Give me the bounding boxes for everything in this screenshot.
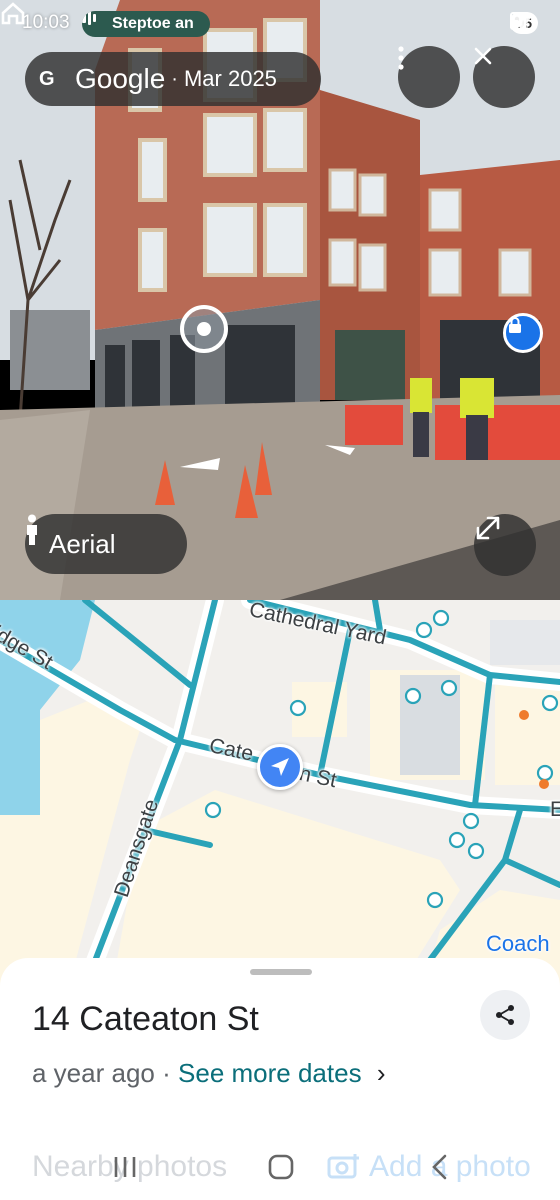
map-label-e: E [550, 798, 560, 821]
share-icon [496, 1005, 514, 1025]
aerial-button[interactable]: Aerial [25, 514, 187, 574]
back-icon [432, 1154, 447, 1180]
expand-icon [476, 516, 500, 540]
see-more-dates-link[interactable]: See more dates [178, 1058, 362, 1088]
g-logo-icon: G [39, 67, 55, 90]
recent-apps-button[interactable] [110, 1152, 140, 1182]
notification-pill[interactable]: Steptoe an [82, 11, 210, 37]
system-nav-bar [0, 1140, 560, 1200]
expand-button[interactable] [474, 514, 536, 576]
pegman-icon [27, 514, 37, 545]
place-title: 14 Cateaton St [32, 1000, 259, 1038]
brand-label: Google [75, 63, 166, 94]
pano-marker-dot [197, 322, 211, 336]
close-icon [474, 47, 492, 65]
status-bar: 10:03 Steptoe an [0, 0, 560, 48]
pano-marker[interactable] [180, 305, 228, 353]
home-button[interactable] [266, 1152, 296, 1182]
sheet-drag-handle[interactable] [250, 969, 312, 975]
separator: · [171, 67, 178, 90]
mini-map[interactable]: ridge St Cathedral Yard Cate n St Deansg… [0, 600, 560, 1000]
recents-icon [114, 1157, 136, 1177]
current-view-marker [257, 744, 303, 790]
more-options-button[interactable] [398, 46, 460, 108]
status-time: 10:03 [22, 12, 70, 33]
street-view-panorama[interactable]: 10:03 Steptoe an G Google · Mar 2025 Aer… [0, 0, 560, 600]
image-age-row: a year ago · See more dates › [32, 1058, 385, 1089]
call-icon [82, 11, 96, 25]
navigation-arrow-icon [271, 758, 289, 776]
image-age: a year ago [32, 1058, 155, 1088]
map-label-coach: Coach [486, 931, 550, 956]
capture-date: Mar 2025 [183, 66, 277, 91]
place-pin[interactable] [503, 313, 543, 353]
map-canvas [0, 600, 560, 1000]
imagery-source-chip[interactable]: G Google · Mar 2025 [25, 52, 321, 106]
home-nav-icon [268, 1154, 294, 1180]
lock-icon [509, 317, 521, 333]
chevron-right-icon: › [376, 1058, 386, 1088]
share-button[interactable] [480, 990, 530, 1040]
notification-pill-label: Steptoe an [112, 15, 194, 32]
more-vert-icon [398, 46, 404, 70]
signal-icon [510, 12, 529, 28]
back-button[interactable] [424, 1152, 454, 1182]
close-button[interactable] [473, 46, 535, 108]
home-icon [1, 2, 25, 25]
aerial-label: Aerial [49, 528, 116, 559]
separator: · [162, 1058, 171, 1088]
